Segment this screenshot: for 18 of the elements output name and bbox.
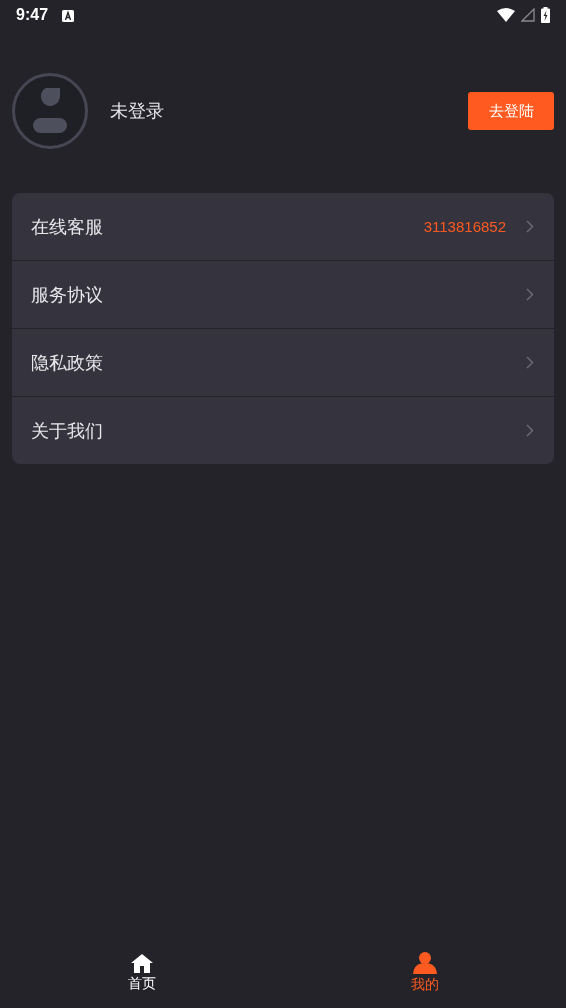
chevron-right-icon (526, 356, 534, 369)
chevron-right-icon (526, 424, 534, 437)
home-icon (129, 953, 154, 973)
tab-item[interactable]: 首页 (0, 944, 283, 1008)
battery-icon (541, 7, 550, 23)
chevron-right-icon (526, 288, 534, 301)
wifi-icon (497, 8, 515, 22)
menu-item[interactable]: 在线客服 3113816852 (12, 193, 554, 260)
chevron-right-icon (526, 220, 534, 233)
menu-item[interactable]: 隐私政策 (12, 328, 554, 396)
status-time: 9:47 (16, 6, 49, 24)
person-icon (412, 952, 437, 974)
menu-item[interactable]: 服务协议 (12, 260, 554, 328)
login-status: 未登录 (110, 99, 165, 123)
keyboard-icon (62, 9, 75, 22)
tab-item[interactable]: 我的 (283, 944, 566, 1008)
menu-item[interactable]: 关于我们 (12, 396, 554, 464)
signal-icon (521, 8, 535, 22)
